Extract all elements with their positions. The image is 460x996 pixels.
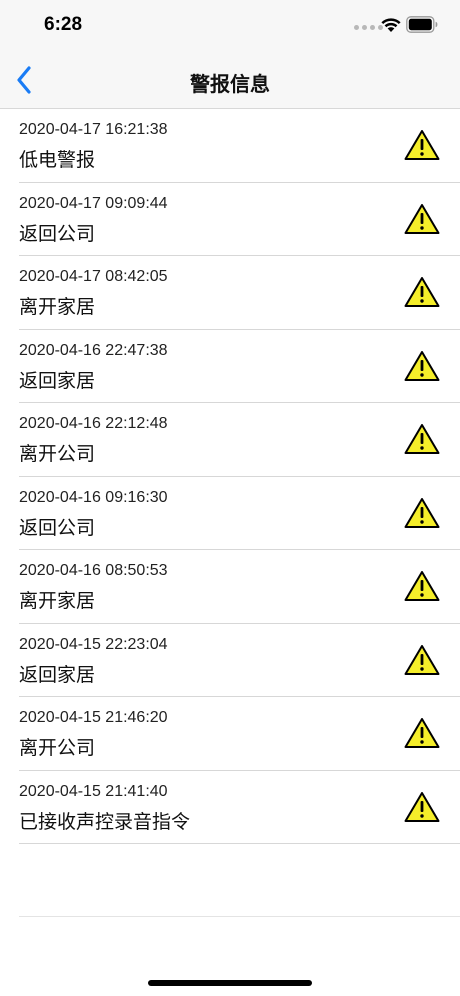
warning-icon — [404, 203, 440, 234]
wifi-icon — [381, 18, 401, 32]
alarm-row-1[interactable]: 2020-04-17 16:21:38 低电警报 — [0, 109, 460, 183]
warning-icon — [404, 350, 440, 381]
warning-icon — [404, 571, 440, 601]
alarm-list: 2020-04-17 16:21:38 低电警报 2020-04-17 09:0… — [0, 109, 460, 844]
list-divider — [19, 916, 460, 917]
alarm-timestamp: 2020-04-17 16:21:38 — [19, 121, 168, 138]
alarm-title: 离开公司 — [19, 443, 96, 465]
alarm-timestamp: 2020-04-16 09:16:30 — [19, 488, 168, 506]
alarm-title: 返回家居 — [19, 369, 96, 392]
alarm-info-screen: 6:28 警报信息 2020-04-17 16:21:38 低电警报 2020-… — [0, 0, 460, 996]
warning-icon — [404, 718, 440, 748]
alarm-title: 离开家居 — [19, 296, 96, 318]
alarm-row-6[interactable]: 2020-04-16 09:16:30 返回公司 — [0, 477, 460, 551]
alarm-timestamp: 2020-04-16 22:47:38 — [19, 341, 168, 359]
alarm-title: 离开公司 — [19, 737, 96, 759]
alarm-timestamp: 2020-04-17 09:09:44 — [19, 194, 168, 212]
alarm-row-2[interactable]: 2020-04-17 09:09:44 返回公司 — [0, 183, 460, 257]
warning-icon — [404, 424, 440, 454]
alarm-row-5[interactable]: 2020-04-16 22:12:48 离开公司 — [0, 403, 460, 477]
alarm-timestamp: 2020-04-15 21:46:20 — [19, 709, 168, 726]
status-bar: 6:28 — [0, 0, 460, 52]
alarm-title: 已接收声控录音指令 — [19, 810, 191, 833]
alarm-timestamp: 2020-04-15 22:23:04 — [19, 635, 168, 653]
home-indicator[interactable] — [148, 980, 312, 986]
alarm-timestamp: 2020-04-17 08:42:05 — [19, 268, 168, 285]
alarm-title: 返回家居 — [19, 663, 96, 686]
alarm-title: 返回公司 — [19, 516, 96, 539]
cellular-signal-icon — [354, 25, 383, 30]
alarm-timestamp: 2020-04-16 08:50:53 — [19, 562, 168, 579]
warning-icon — [404, 791, 440, 822]
page-title: 警报信息 — [190, 72, 270, 96]
alarm-title: 离开家居 — [19, 590, 96, 612]
warning-icon — [404, 277, 440, 307]
alarm-row-7[interactable]: 2020-04-16 08:50:53 离开家居 — [0, 550, 460, 624]
alarm-title: 返回公司 — [19, 222, 96, 245]
warning-icon — [404, 497, 440, 528]
warning-icon — [404, 130, 440, 160]
alarm-row-4[interactable]: 2020-04-16 22:47:38 返回家居 — [0, 330, 460, 404]
alarm-timestamp: 2020-04-16 22:12:48 — [19, 415, 168, 432]
alarm-row-3[interactable]: 2020-04-17 08:42:05 离开家居 — [0, 256, 460, 330]
alarm-row-8[interactable]: 2020-04-15 22:23:04 返回家居 — [0, 624, 460, 698]
navigation-bar: 警报信息 — [0, 52, 460, 109]
alarm-row-10[interactable]: 2020-04-15 21:41:40 已接收声控录音指令 — [0, 771, 460, 845]
status-time: 6:28 — [44, 14, 83, 35]
battery-icon — [406, 16, 438, 33]
warning-icon — [404, 644, 440, 675]
alarm-title: 低电警报 — [19, 149, 96, 171]
alarm-timestamp: 2020-04-15 21:41:40 — [19, 782, 168, 800]
alarm-row-9[interactable]: 2020-04-15 21:46:20 离开公司 — [0, 697, 460, 771]
